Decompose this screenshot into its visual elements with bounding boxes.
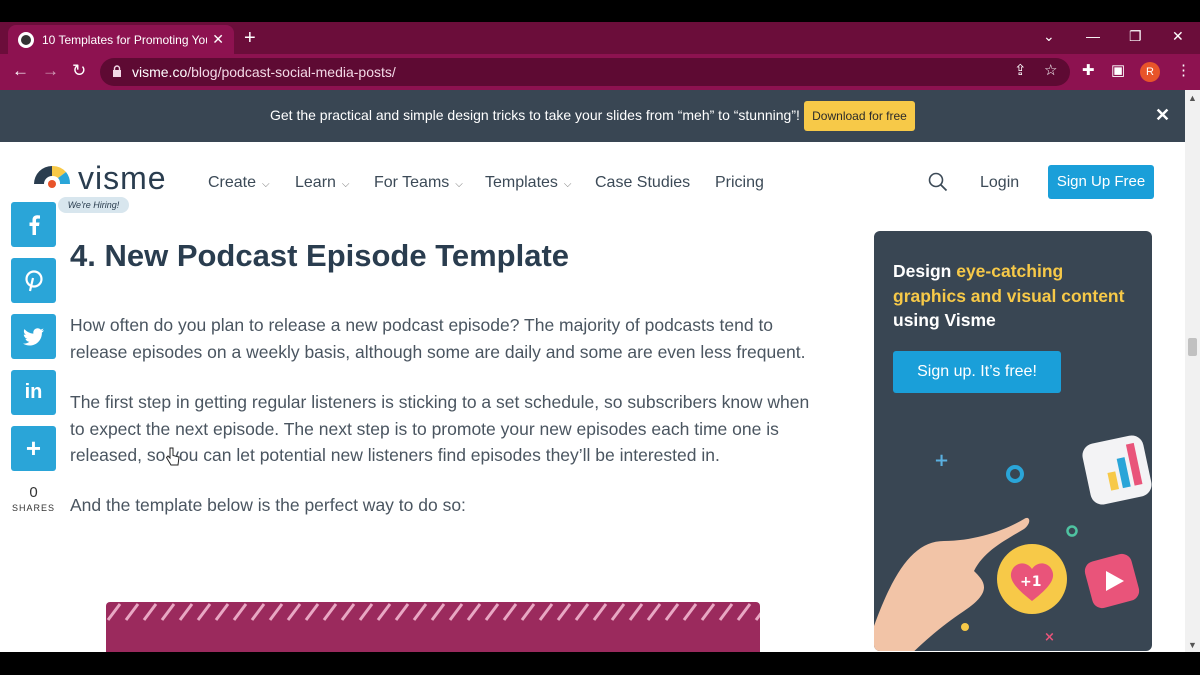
web-page: Get the practical and simple design tric…	[0, 90, 1185, 652]
article-heading: 4. New Podcast Episode Template	[70, 238, 570, 273]
minimize-icon[interactable]: —	[1086, 28, 1100, 44]
browser-tab-strip: 10 Templates for Promoting Your ✕ + ⌄ — …	[0, 22, 1200, 54]
forward-icon[interactable]: →	[42, 62, 59, 80]
lock-icon	[113, 65, 121, 77]
close-banner-icon[interactable]: ✕	[1155, 105, 1170, 126]
article-paragraph-2: The first step in getting regular listen…	[70, 392, 810, 465]
twitter-share-button[interactable]	[11, 314, 56, 359]
hiring-badge[interactable]: We're Hiring!	[58, 197, 129, 213]
share-page-icon[interactable]: ⇪	[1014, 63, 1027, 79]
new-tab-icon[interactable]: +	[244, 28, 256, 48]
nav-pricing[interactable]: Pricing	[715, 174, 764, 192]
download-button[interactable]: Download for free	[804, 101, 915, 131]
scroll-up-icon[interactable]: ▲	[1188, 93, 1197, 103]
side-panel-icon[interactable]: ▣	[1111, 63, 1125, 79]
scroll-thumb[interactable]	[1188, 338, 1197, 356]
linkedin-share-button[interactable]: in	[11, 370, 56, 415]
stripe-pattern-icon	[106, 602, 760, 622]
twitter-icon	[22, 327, 44, 345]
sign-up-free-button[interactable]: Sign Up Free	[1048, 165, 1154, 199]
back-icon[interactable]: ←	[12, 62, 29, 80]
hand-cursor-icon	[166, 447, 180, 466]
pinterest-share-button[interactable]	[11, 258, 56, 303]
template-preview[interactable]	[106, 602, 760, 652]
tab-search-icon[interactable]: ⌄	[1043, 28, 1055, 45]
url-text: visme.co/blog/podcast-social-media-posts…	[132, 64, 396, 80]
svg-text:+: +	[934, 450, 949, 471]
promo-banner: Get the practical and simple design tric…	[0, 90, 1185, 142]
banner-text: Get the practical and simple design tric…	[270, 107, 800, 123]
logo-mark-icon	[34, 165, 71, 188]
linkedin-icon: in	[24, 381, 43, 403]
tab-title: 10 Templates for Promoting Your	[42, 32, 207, 47]
facebook-share-button[interactable]	[11, 202, 56, 247]
chevron-down-icon: ⌵	[455, 179, 463, 190]
svg-text:+1: +1	[1020, 574, 1041, 590]
share-count-number: 0	[29, 484, 38, 501]
logo-wordmark: visme	[78, 160, 167, 196]
profile-avatar[interactable]: R	[1140, 62, 1160, 82]
nav-templates[interactable]: Templates ⌵	[485, 174, 572, 192]
nav-case-studies[interactable]: Case Studies	[595, 174, 690, 192]
extensions-icon[interactable]: ✚	[1082, 63, 1095, 79]
chevron-down-icon: ⌵	[563, 179, 572, 190]
nav-learn[interactable]: Learn ⌵	[295, 174, 350, 192]
page-scrollbar[interactable]: ▲ ▼	[1185, 90, 1200, 652]
login-link[interactable]: Login	[980, 174, 1019, 192]
chevron-down-icon: ⌵	[341, 179, 350, 190]
article-paragraph-1: How often do you plan to release a new p…	[70, 315, 806, 362]
visme-ad[interactable]: Design eye-catching graphics and visual …	[874, 231, 1152, 651]
ad-signup-button[interactable]: Sign up. It’s free!	[893, 351, 1061, 393]
svg-text:×: ×	[1044, 630, 1055, 645]
menu-icon[interactable]: ⋮	[1176, 63, 1191, 79]
chevron-down-icon: ⌵	[262, 179, 270, 190]
restore-icon[interactable]: ❐	[1129, 28, 1142, 45]
screen: 10 Templates for Promoting Your ✕ + ⌄ — …	[0, 0, 1200, 675]
nav-for-teams[interactable]: For Teams ⌵	[374, 174, 463, 192]
scroll-down-icon[interactable]: ▼	[1188, 640, 1197, 650]
browser-toolbar: ← → ↻ visme.co/blog/podcast-social-media…	[0, 54, 1200, 90]
ad-headline: Design eye-catching graphics and visual …	[893, 261, 1125, 330]
address-bar[interactable]: visme.co/blog/podcast-social-media-posts…	[100, 58, 1070, 86]
pinterest-icon	[24, 269, 43, 291]
nav-create[interactable]: Create ⌵	[208, 174, 270, 192]
reload-icon[interactable]: ↻	[72, 62, 86, 80]
bookmark-star-icon[interactable]: ☆	[1044, 63, 1057, 79]
share-count-label: SHARES	[11, 503, 55, 513]
share-count: 0 SHARES	[11, 484, 56, 513]
article-paragraph-3: And the template below is the perfect wa…	[70, 495, 466, 515]
ad-illustration-icon: + × +1	[874, 435, 1152, 651]
search-icon[interactable]	[928, 172, 948, 192]
favicon-icon	[18, 31, 34, 48]
site-nav: visme We're Hiring! Create ⌵ Learn ⌵ For T…	[0, 142, 1185, 222]
close-tab-icon[interactable]: ✕	[212, 31, 224, 48]
facebook-icon	[29, 214, 40, 235]
plus-icon: +	[25, 433, 42, 463]
more-share-button[interactable]: +	[11, 426, 56, 471]
browser-tab[interactable]: 10 Templates for Promoting Your ✕	[8, 25, 234, 54]
visme-logo[interactable]: visme	[32, 160, 182, 202]
window-close-icon[interactable]: ✕	[1172, 28, 1184, 45]
